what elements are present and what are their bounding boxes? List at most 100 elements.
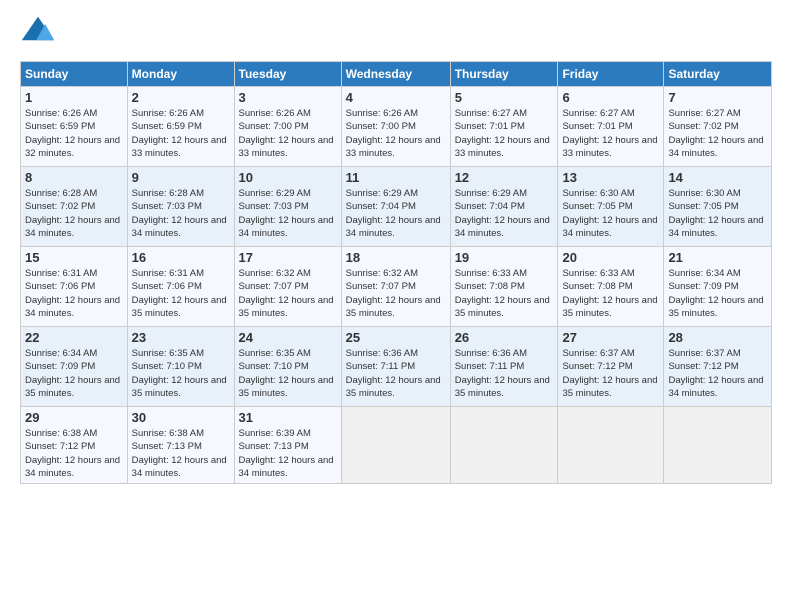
calendar-cell: [450, 407, 558, 484]
calendar-cell: 13 Sunrise: 6:30 AMSunset: 7:05 PMDayligh…: [558, 167, 664, 247]
day-info: Sunrise: 6:38 AMSunset: 7:12 PMDaylight:…: [25, 427, 123, 480]
day-number: 19: [455, 250, 554, 265]
calendar-cell: 4Sunrise: 6:26 AMSunset: 7:00 PMDaylight…: [341, 87, 450, 167]
day-info: Sunrise: 6:29 AMSunset: 7:03 PMDaylight:…: [239, 187, 337, 240]
day-number: 17: [239, 250, 337, 265]
day-info: Sunrise: 6:26 AMSunset: 6:59 PMDaylight:…: [25, 107, 123, 160]
day-number: 18: [346, 250, 446, 265]
day-info: Sunrise: 6:28 AMSunset: 7:02 PMDaylight:…: [25, 187, 123, 240]
day-number: 28: [668, 330, 767, 345]
calendar-header-sunday: Sunday: [21, 62, 128, 87]
day-info: Sunrise: 6:33 AMSunset: 7:08 PMDaylight:…: [562, 267, 659, 320]
day-number: 2: [132, 90, 230, 105]
day-info: Sunrise: 6:35 AMSunset: 7:10 PMDaylight:…: [239, 347, 337, 400]
calendar-cell: 6 Sunrise: 6:27 AMSunset: 7:01 PMDaylight…: [558, 87, 664, 167]
calendar-header-tuesday: Tuesday: [234, 62, 341, 87]
day-info: Sunrise: 6:26 AMSunset: 7:00 PMDaylight:…: [239, 107, 337, 160]
calendar-cell: 29Sunrise: 6:38 AMSunset: 7:12 PMDayligh…: [21, 407, 128, 484]
day-info: Sunrise: 6:37 AMSunset: 7:12 PMDaylight:…: [562, 347, 659, 400]
calendar-header-wednesday: Wednesday: [341, 62, 450, 87]
calendar-cell: 31Sunrise: 6:39 AMSunset: 7:13 PMDayligh…: [234, 407, 341, 484]
day-number: 13: [562, 170, 659, 185]
calendar-header-thursday: Thursday: [450, 62, 558, 87]
calendar-cell: [558, 407, 664, 484]
calendar-week-3: 15 Sunrise: 6:31 AMSunset: 7:06 PMDayligh…: [21, 247, 772, 327]
day-info: Sunrise: 6:36 AMSunset: 7:11 PMDaylight:…: [346, 347, 446, 400]
day-info: Sunrise: 6:36 AMSunset: 7:11 PMDaylight:…: [455, 347, 554, 400]
day-info: Sunrise: 6:39 AMSunset: 7:13 PMDaylight:…: [239, 427, 337, 480]
calendar-cell: 2 Sunrise: 6:26 AMSunset: 6:59 PMDaylight…: [127, 87, 234, 167]
calendar-cell: 3 Sunrise: 6:26 AMSunset: 7:00 PMDaylight…: [234, 87, 341, 167]
day-info: Sunrise: 6:37 AMSunset: 7:12 PMDaylight:…: [668, 347, 767, 400]
day-number: 15: [25, 250, 123, 265]
day-number: 10: [239, 170, 337, 185]
day-number: 20: [562, 250, 659, 265]
day-info: Sunrise: 6:27 AMSunset: 7:02 PMDaylight:…: [668, 107, 767, 160]
calendar-cell: 25 Sunrise: 6:36 AMSunset: 7:11 PMDayligh…: [341, 327, 450, 407]
day-info: Sunrise: 6:38 AMSunset: 7:13 PMDaylight:…: [132, 427, 230, 480]
calendar-week-2: 8 Sunrise: 6:28 AMSunset: 7:02 PMDaylight…: [21, 167, 772, 247]
calendar-cell: 17 Sunrise: 6:32 AMSunset: 7:07 PMDayligh…: [234, 247, 341, 327]
day-info: Sunrise: 6:30 AMSunset: 7:05 PMDaylight:…: [668, 187, 767, 240]
day-info: Sunrise: 6:33 AMSunset: 7:08 PMDaylight:…: [455, 267, 554, 320]
calendar-cell: 19 Sunrise: 6:33 AMSunset: 7:08 PMDayligh…: [450, 247, 558, 327]
calendar-cell: 24 Sunrise: 6:35 AMSunset: 7:10 PMDayligh…: [234, 327, 341, 407]
day-info: Sunrise: 6:27 AMSunset: 7:01 PMDaylight:…: [455, 107, 554, 160]
day-number: 22: [25, 330, 123, 345]
calendar-cell: 22 Sunrise: 6:34 AMSunset: 7:09 PMDayligh…: [21, 327, 128, 407]
calendar-body: 1 Sunrise: 6:26 AMSunset: 6:59 PMDaylight…: [21, 87, 772, 484]
day-number: 3: [239, 90, 337, 105]
day-info: Sunrise: 6:26 AMSunset: 6:59 PMDaylight:…: [132, 107, 230, 160]
page: SundayMondayTuesdayWednesdayThursdayFrid…: [0, 0, 792, 612]
day-number: 9: [132, 170, 230, 185]
day-info: Sunrise: 6:35 AMSunset: 7:10 PMDaylight:…: [132, 347, 230, 400]
calendar-cell: 5Sunrise: 6:27 AMSunset: 7:01 PMDaylight…: [450, 87, 558, 167]
calendar-cell: 12 Sunrise: 6:29 AMSunset: 7:04 PMDayligh…: [450, 167, 558, 247]
calendar-cell: 8 Sunrise: 6:28 AMSunset: 7:02 PMDaylight…: [21, 167, 128, 247]
day-number: 25: [346, 330, 446, 345]
calendar-cell: 18 Sunrise: 6:32 AMSunset: 7:07 PMDayligh…: [341, 247, 450, 327]
day-number: 6: [562, 90, 659, 105]
calendar-week-5: 29Sunrise: 6:38 AMSunset: 7:12 PMDayligh…: [21, 407, 772, 484]
day-info: Sunrise: 6:34 AMSunset: 7:09 PMDaylight:…: [668, 267, 767, 320]
calendar-header-monday: Monday: [127, 62, 234, 87]
day-info: Sunrise: 6:30 AMSunset: 7:05 PMDaylight:…: [562, 187, 659, 240]
day-number: 30: [132, 410, 230, 425]
calendar-cell: 16 Sunrise: 6:31 AMSunset: 7:06 PMDayligh…: [127, 247, 234, 327]
day-info: Sunrise: 6:29 AMSunset: 7:04 PMDaylight:…: [346, 187, 446, 240]
day-info: Sunrise: 6:29 AMSunset: 7:04 PMDaylight:…: [455, 187, 554, 240]
day-number: 27: [562, 330, 659, 345]
calendar-cell: 26 Sunrise: 6:36 AMSunset: 7:11 PMDayligh…: [450, 327, 558, 407]
day-info: Sunrise: 6:34 AMSunset: 7:09 PMDaylight:…: [25, 347, 123, 400]
day-number: 11: [346, 170, 446, 185]
day-info: Sunrise: 6:31 AMSunset: 7:06 PMDaylight:…: [132, 267, 230, 320]
calendar-cell: 9Sunrise: 6:28 AMSunset: 7:03 PMDaylight…: [127, 167, 234, 247]
calendar-header-friday: Friday: [558, 62, 664, 87]
logo-icon: [20, 15, 56, 51]
day-info: Sunrise: 6:32 AMSunset: 7:07 PMDaylight:…: [346, 267, 446, 320]
day-number: 8: [25, 170, 123, 185]
day-info: Sunrise: 6:32 AMSunset: 7:07 PMDaylight:…: [239, 267, 337, 320]
calendar-cell: 21 Sunrise: 6:34 AMSunset: 7:09 PMDayligh…: [664, 247, 772, 327]
calendar-cell: 1 Sunrise: 6:26 AMSunset: 6:59 PMDaylight…: [21, 87, 128, 167]
calendar-cell: 11 Sunrise: 6:29 AMSunset: 7:04 PMDayligh…: [341, 167, 450, 247]
day-number: 16: [132, 250, 230, 265]
day-info: Sunrise: 6:27 AMSunset: 7:01 PMDaylight:…: [562, 107, 659, 160]
day-number: 7: [668, 90, 767, 105]
calendar-cell: 28 Sunrise: 6:37 AMSunset: 7:12 PMDayligh…: [664, 327, 772, 407]
calendar-week-4: 22 Sunrise: 6:34 AMSunset: 7:09 PMDayligh…: [21, 327, 772, 407]
calendar: SundayMondayTuesdayWednesdayThursdayFrid…: [20, 61, 772, 484]
calendar-cell: 14 Sunrise: 6:30 AMSunset: 7:05 PMDayligh…: [664, 167, 772, 247]
day-number: 24: [239, 330, 337, 345]
day-number: 21: [668, 250, 767, 265]
calendar-cell: 30 Sunrise: 6:38 AMSunset: 7:13 PMDayligh…: [127, 407, 234, 484]
day-number: 1: [25, 90, 123, 105]
calendar-cell: 20 Sunrise: 6:33 AMSunset: 7:08 PMDayligh…: [558, 247, 664, 327]
day-number: 14: [668, 170, 767, 185]
calendar-cell: 23Sunrise: 6:35 AMSunset: 7:10 PMDayligh…: [127, 327, 234, 407]
day-number: 12: [455, 170, 554, 185]
day-number: 26: [455, 330, 554, 345]
day-info: Sunrise: 6:26 AMSunset: 7:00 PMDaylight:…: [346, 107, 446, 160]
calendar-cell: [341, 407, 450, 484]
calendar-week-1: 1 Sunrise: 6:26 AMSunset: 6:59 PMDaylight…: [21, 87, 772, 167]
